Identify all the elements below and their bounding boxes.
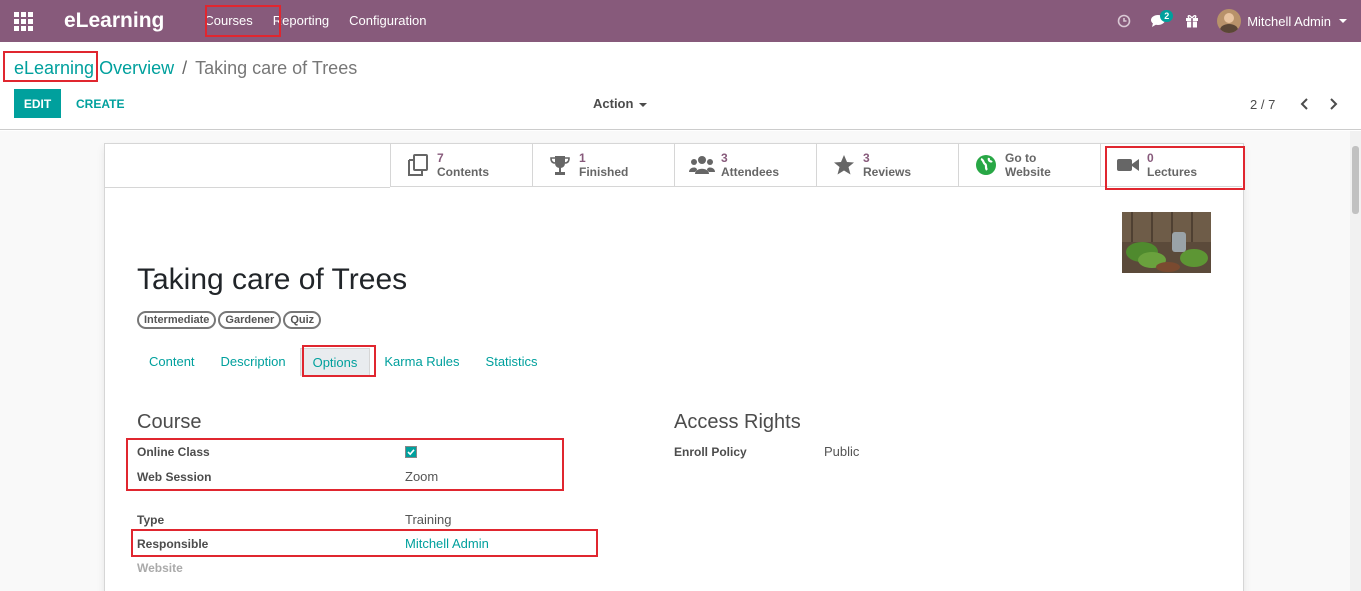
stat-button-box: 7 Contents 1 Finished 3 Attendees 3 Reviews … bbox=[390, 144, 1242, 187]
responsible-label: Responsible bbox=[137, 537, 209, 551]
main-menu: Courses Reporting Configuration bbox=[194, 0, 436, 42]
finished-stat-button[interactable]: 1 Finished bbox=[532, 144, 674, 187]
breadcrumb-current: Taking care of Trees bbox=[195, 58, 358, 78]
stat-value: 7 bbox=[437, 151, 444, 165]
notebook-tabs: Content Description Options Karma Rules … bbox=[137, 348, 552, 376]
edit-button[interactable]: EDIT bbox=[14, 89, 61, 118]
stat-value: 3 bbox=[721, 151, 728, 165]
video-camera-icon bbox=[1115, 152, 1141, 178]
type-label: Type bbox=[137, 513, 165, 527]
access-rights-title: Access Rights bbox=[674, 411, 801, 433]
enroll-policy-label: Enroll Policy bbox=[674, 445, 747, 459]
activity-clock-icon[interactable] bbox=[1107, 0, 1141, 42]
online-class-label: Online Class bbox=[137, 445, 210, 459]
messages-count-badge: 2 bbox=[1160, 10, 1174, 22]
contents-stat-button[interactable]: 7 Contents bbox=[390, 144, 532, 187]
pager-previous-icon[interactable] bbox=[1297, 94, 1313, 114]
divider bbox=[105, 187, 390, 188]
enroll-policy-value: Public bbox=[824, 444, 860, 459]
breadcrumb-overview-link[interactable]: Overview bbox=[99, 58, 174, 79]
menu-configuration[interactable]: Configuration bbox=[339, 0, 436, 42]
stat-label: Lectures bbox=[1147, 165, 1198, 179]
reviews-stat-button[interactable]: 3 Reviews bbox=[816, 144, 958, 187]
user-name: Mitchell Admin bbox=[1247, 13, 1331, 29]
gift-icon[interactable] bbox=[1175, 0, 1209, 42]
record-title: Taking care of Trees bbox=[137, 263, 408, 296]
course-image[interactable] bbox=[1122, 212, 1211, 273]
breadcrumb-separator: / bbox=[182, 58, 188, 78]
lectures-stat-button[interactable]: 0 Lectures bbox=[1100, 144, 1242, 187]
form-sheet: 7 Contents 1 Finished 3 Attendees 3 Reviews … bbox=[104, 143, 1244, 591]
action-label: Action bbox=[593, 96, 634, 111]
tab-content[interactable]: Content bbox=[137, 348, 207, 376]
chevron-down-icon bbox=[639, 102, 648, 107]
control-panel: eLearning Overview / Taking care of Tree… bbox=[0, 42, 1361, 130]
breadcrumb-elearning-link[interactable]: eLearning bbox=[14, 58, 94, 79]
tag: Gardener bbox=[218, 311, 282, 329]
responsible-link[interactable]: Mitchell Admin bbox=[405, 536, 489, 551]
create-button[interactable]: CREATE bbox=[70, 89, 130, 118]
menu-reporting[interactable]: Reporting bbox=[263, 0, 339, 42]
website-label: Website bbox=[137, 561, 183, 575]
stat-value: Go to bbox=[1005, 151, 1037, 165]
tab-options[interactable]: Options bbox=[299, 348, 371, 376]
scrollbar-thumb[interactable] bbox=[1352, 146, 1359, 214]
user-menu[interactable]: Mitchell Admin bbox=[1209, 0, 1361, 42]
pager-next-icon[interactable] bbox=[1325, 94, 1341, 114]
copy-icon bbox=[405, 152, 431, 178]
stat-label: Attendees bbox=[721, 165, 780, 179]
globe-icon bbox=[973, 152, 999, 178]
stat-label: Website bbox=[1005, 165, 1051, 179]
stat-value: 0 bbox=[1147, 151, 1154, 165]
trophy-icon bbox=[547, 152, 573, 178]
top-navbar: eLearning Courses Reporting Configuratio… bbox=[0, 0, 1361, 42]
web-session-label: Web Session bbox=[137, 470, 212, 484]
stat-label: Finished bbox=[579, 165, 629, 179]
app-brand[interactable]: eLearning bbox=[64, 9, 164, 33]
tags-list: Intermediate Gardener Quiz bbox=[137, 311, 323, 329]
messages-icon[interactable]: 2 bbox=[1141, 0, 1175, 42]
go-to-website-button[interactable]: Go to Website bbox=[958, 144, 1100, 187]
course-group-title: Course bbox=[137, 411, 202, 433]
tag: Quiz bbox=[283, 311, 322, 329]
pager-value: 2 / 7 bbox=[1250, 97, 1276, 112]
stat-label: Reviews bbox=[863, 165, 912, 179]
breadcrumb: eLearning Overview / Taking care of Tree… bbox=[14, 58, 357, 79]
online-class-checkbox[interactable] bbox=[405, 446, 417, 458]
tab-statistics[interactable]: Statistics bbox=[474, 348, 550, 376]
web-session-value: Zoom bbox=[405, 469, 439, 484]
apps-menu-icon[interactable] bbox=[0, 0, 46, 42]
systray: 2 Mitchell Admin bbox=[1107, 0, 1361, 42]
tab-karma-rules[interactable]: Karma Rules bbox=[372, 348, 471, 376]
stat-value: 1 bbox=[579, 151, 586, 165]
tag: Intermediate bbox=[137, 311, 217, 329]
action-dropdown[interactable]: Action bbox=[593, 96, 648, 111]
stat-label: Contents bbox=[437, 165, 489, 179]
tab-description[interactable]: Description bbox=[209, 348, 298, 376]
attendees-stat-button[interactable]: 3 Attendees bbox=[674, 144, 816, 187]
chevron-down-icon bbox=[1339, 19, 1347, 23]
stat-value: 3 bbox=[863, 151, 870, 165]
type-value: Training bbox=[405, 512, 452, 527]
menu-courses[interactable]: Courses bbox=[194, 0, 262, 42]
star-icon bbox=[831, 152, 857, 178]
users-icon bbox=[689, 152, 715, 178]
avatar bbox=[1217, 9, 1242, 33]
